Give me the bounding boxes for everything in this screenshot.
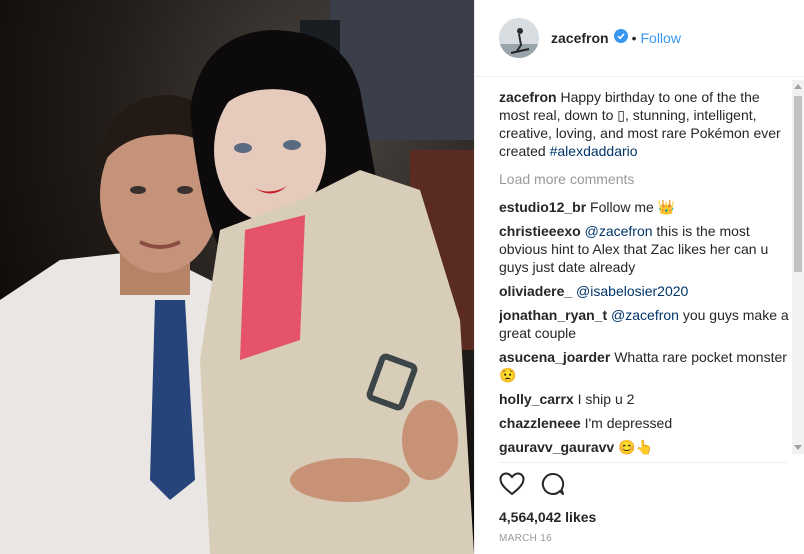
comment-text: Follow me 👑 [590, 199, 676, 215]
comment-username[interactable]: asucena_joarder [499, 349, 610, 365]
comment-item: holly_carrx I ship u 2 [499, 390, 789, 408]
comment-item: asucena_joarder Whatta rare pocket monst… [499, 348, 789, 384]
heart-icon[interactable] [499, 471, 525, 501]
comment-username[interactable]: chazzleneee [499, 415, 581, 431]
action-icons [499, 471, 788, 501]
post-photo[interactable] [0, 0, 474, 554]
caption: zacefron Happy birthday to one of the th… [499, 88, 789, 160]
comment-username[interactable]: oliviadere_ [499, 283, 572, 299]
comment-username[interactable]: gauravv_gauravv [499, 439, 614, 455]
separator-dot: • [631, 30, 637, 46]
header-username[interactable]: zacefron [551, 30, 609, 46]
comment-item: jonathan_ryan_t @zacefron you guys make … [499, 306, 789, 342]
comment-text: I'm depressed [584, 415, 673, 431]
comment-item: gauravv_gauravv 😊👆 [499, 438, 789, 456]
comment-item: estudio12_br Follow me 👑 [499, 198, 789, 216]
scrollbar-thumb[interactable] [794, 96, 802, 272]
comment-icon[interactable] [541, 472, 565, 501]
scroll-up-arrow-icon[interactable] [794, 84, 802, 89]
post-photo-illustration [0, 0, 474, 554]
post-detail-panel: zacefron • Follow zacefron Happy birthda… [474, 0, 804, 554]
comment-username[interactable]: jonathan_ryan_t [499, 307, 607, 323]
post-date: MARCH 16 [499, 533, 552, 544]
verified-badge-icon [613, 28, 628, 48]
comment-username[interactable]: estudio12_br [499, 199, 586, 215]
comment-item: christieeexo @zacefron this is the most … [499, 222, 789, 276]
follow-button[interactable]: Follow [640, 30, 680, 46]
avatar[interactable] [499, 18, 539, 58]
comment-mention[interactable]: @zacefron [611, 307, 679, 323]
caption-username[interactable]: zacefron [499, 89, 557, 105]
like-count[interactable]: 4,564,042 likes [499, 509, 788, 525]
comments-list: zacefron Happy birthday to one of the th… [499, 88, 789, 456]
post-header: zacefron • Follow [475, 0, 804, 77]
avatar-image [499, 18, 539, 58]
comment-text: I ship u 2 [577, 391, 635, 407]
comment-text: 😊👆 [618, 439, 653, 455]
comment-mention[interactable]: @zacefron [585, 223, 653, 239]
comment-username[interactable]: christieeexo [499, 223, 581, 239]
comment-username[interactable]: holly_carrx [499, 391, 574, 407]
caption-hashtag[interactable]: #alexdaddario [550, 143, 638, 159]
comments-scrollbar[interactable] [792, 80, 804, 454]
comment-item: oliviadere_ @isabelosier2020 [499, 282, 789, 300]
comment-item: chazzleneee I'm depressed [499, 414, 789, 432]
scroll-down-arrow-icon[interactable] [794, 445, 802, 450]
comment-mention[interactable]: @isabelosier2020 [576, 283, 688, 299]
load-more-comments-button[interactable]: Load more comments [499, 170, 789, 188]
post-actions: 4,564,042 likes MARCH 16 [499, 462, 788, 544]
